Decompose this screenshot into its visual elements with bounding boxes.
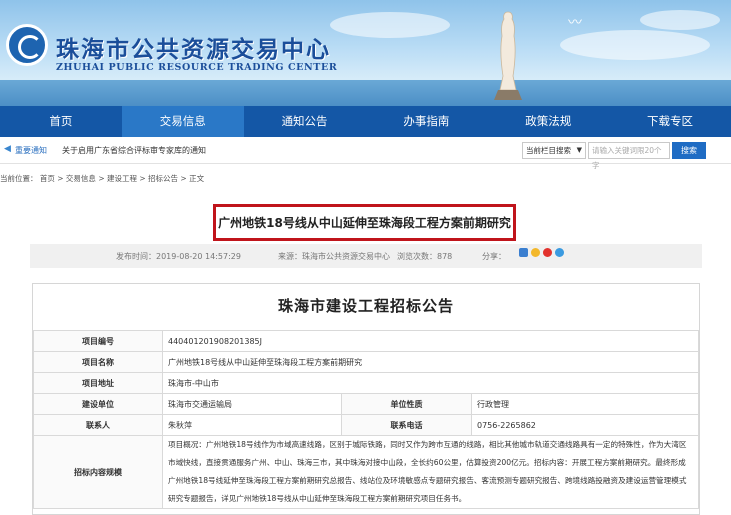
search-button[interactable]: 搜索 xyxy=(672,142,706,159)
search-scope-value: 当前栏目搜索 xyxy=(526,146,571,155)
project-info-table: 项目编号 440401201908201385J 项目名称 广州地铁18号线从中… xyxy=(33,330,699,509)
contact-value: 朱秋萍 xyxy=(162,414,342,436)
site-banner: 珠海市公共资源交易中心 ZHUHAI PUBLIC RESOURCE TRADI… xyxy=(0,0,731,106)
speaker-icon: ◀ xyxy=(4,144,11,154)
article-source: 来源：珠海市公共资源交易中心 xyxy=(278,252,390,261)
page: 珠海市公共资源交易中心 ZHUHAI PUBLIC RESOURCE TRADI… xyxy=(0,0,731,515)
nav-item-downloads[interactable]: 下载专区 xyxy=(609,106,731,137)
share-plus-icon[interactable] xyxy=(519,248,528,257)
project-number: 440401201908201385J xyxy=(162,330,699,352)
nav-item-announcements[interactable]: 通知公告 xyxy=(244,106,366,137)
nav-item-policies[interactable]: 政策法规 xyxy=(487,106,609,137)
row-key: 单位性质 xyxy=(341,393,472,415)
table-row: 联系人 朱秋萍 联系电话 0756-2265862 xyxy=(33,414,699,436)
search-input[interactable]: 请输入关键词限20个字 xyxy=(588,142,670,170)
row-key: 项目地址 xyxy=(33,372,163,394)
share-qzone-icon[interactable] xyxy=(531,248,540,257)
row-key: 项目名称 xyxy=(33,351,163,373)
table-row: 招标内容规模 项目概况：广州地铁18号线作为市域高速线路，区别于城际铁路，同时又… xyxy=(33,435,699,509)
publish-time: 发布时间：2019-08-20 14:57:29 xyxy=(116,252,241,261)
notice-link[interactable]: 关于启用广东省综合评标审专家库的通知 xyxy=(62,145,206,156)
site-title: 珠海市公共资源交易中心 xyxy=(56,36,331,63)
row-key: 招标内容规模 xyxy=(33,435,163,509)
sea-decoration xyxy=(0,80,731,106)
share-tencent-icon[interactable] xyxy=(555,248,564,257)
row-key: 建设单位 xyxy=(33,393,163,415)
bird-icon: 〰 xyxy=(568,15,582,31)
view-count: 浏览次数：878 xyxy=(397,252,453,261)
notice-label: 重要通知 xyxy=(15,146,47,155)
row-key: 联系电话 xyxy=(341,414,472,436)
project-name: 广州地铁18号线从中山延伸至珠海段工程方案前期研究 xyxy=(162,351,699,373)
nature-value: 行政管理 xyxy=(471,393,699,415)
page-title: 广州地铁18号线从中山延伸至珠海段工程方案前期研究 xyxy=(218,216,511,230)
share-weibo-icon[interactable] xyxy=(543,248,552,257)
nav-item-home[interactable]: 首页 xyxy=(0,106,122,137)
phone-value: 0756-2265862 xyxy=(471,414,699,436)
site-subtitle: ZHUHAI PUBLIC RESOURCE TRADING CENTER xyxy=(56,62,338,73)
nav-item-trade-info[interactable]: 交易信息 xyxy=(121,106,244,137)
table-row: 项目地址 珠海市-中山市 xyxy=(33,372,699,394)
nav-item-guide[interactable]: 办事指南 xyxy=(365,106,487,137)
search-scope-select[interactable]: 当前栏目搜索 ▼ xyxy=(522,142,586,159)
table-row: 建设单位 珠海市交通运输局 单位性质 行政管理 xyxy=(33,393,699,415)
owner-value: 珠海市交通运输局 xyxy=(162,393,342,415)
breadcrumb: 当前位置： 首页 > 交易信息 > 建设工程 > 招标公告 > 正文 xyxy=(0,174,205,183)
site-logo[interactable] xyxy=(6,24,48,66)
table-row: 项目编号 440401201908201385J xyxy=(33,330,699,352)
share-icons xyxy=(519,248,564,257)
project-address: 珠海市-中山市 xyxy=(162,372,699,394)
table-row: 项目名称 广州地铁18号线从中山延伸至珠海段工程方案前期研究 xyxy=(33,351,699,373)
scope-description: 项目概况：广州地铁18号线作为市域高速线路，区别于城际铁路，同时又作为跨市互通的… xyxy=(162,435,699,509)
article-meta: 发布时间：2019-08-20 14:57:29 来源：珠海市公共资源交易中心 … xyxy=(30,244,702,268)
row-key: 项目编号 xyxy=(33,330,163,352)
main-nav: 首页 交易信息 通知公告 办事指南 政策法规 下载专区 xyxy=(0,106,731,137)
share-label: 分享： xyxy=(482,252,506,261)
notice-heading: 珠海市建设工程招标公告 xyxy=(277,297,454,315)
chevron-down-icon: ▼ xyxy=(576,146,582,154)
row-key: 联系人 xyxy=(33,414,163,436)
statue-decoration xyxy=(494,11,522,100)
